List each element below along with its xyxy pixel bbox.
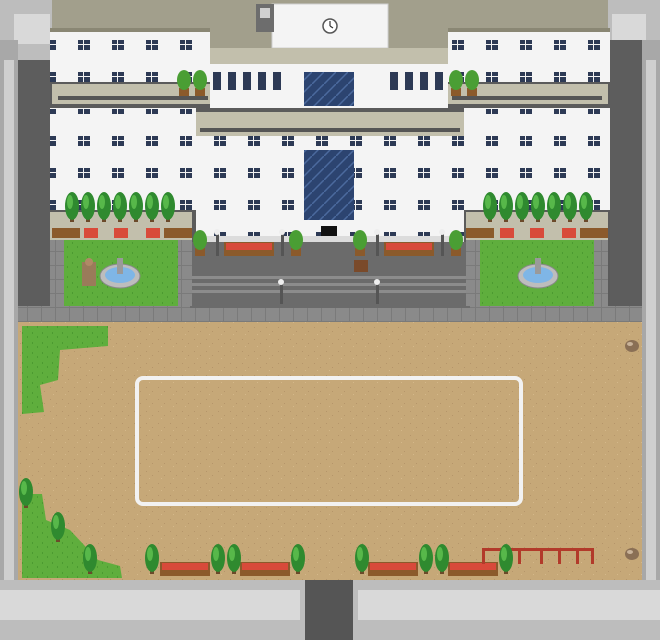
potted-plant	[193, 230, 207, 256]
upper-glass-panel	[304, 72, 354, 106]
bench-row-right	[466, 228, 608, 238]
potted-plant	[177, 70, 191, 96]
courtyard-ground	[18, 320, 642, 580]
stone-border	[18, 306, 642, 322]
rock	[625, 548, 639, 560]
south-gate[interactable]	[305, 580, 353, 640]
flower-bed	[240, 562, 290, 576]
potted-plant	[289, 230, 303, 256]
statue[interactable]	[82, 258, 96, 286]
potted-plant	[353, 230, 367, 256]
potted-plant	[449, 70, 463, 96]
game-scene	[0, 0, 660, 640]
potted-plant	[193, 70, 207, 96]
flower-bed	[448, 562, 498, 576]
bench-row-left	[52, 228, 192, 238]
rock	[625, 340, 639, 352]
potted-plant	[449, 230, 463, 256]
flower-bed	[160, 562, 210, 576]
flower-bed	[368, 562, 418, 576]
main-glass-facade	[304, 150, 354, 220]
potted-plant	[465, 70, 479, 96]
notice-board[interactable]	[354, 260, 368, 272]
